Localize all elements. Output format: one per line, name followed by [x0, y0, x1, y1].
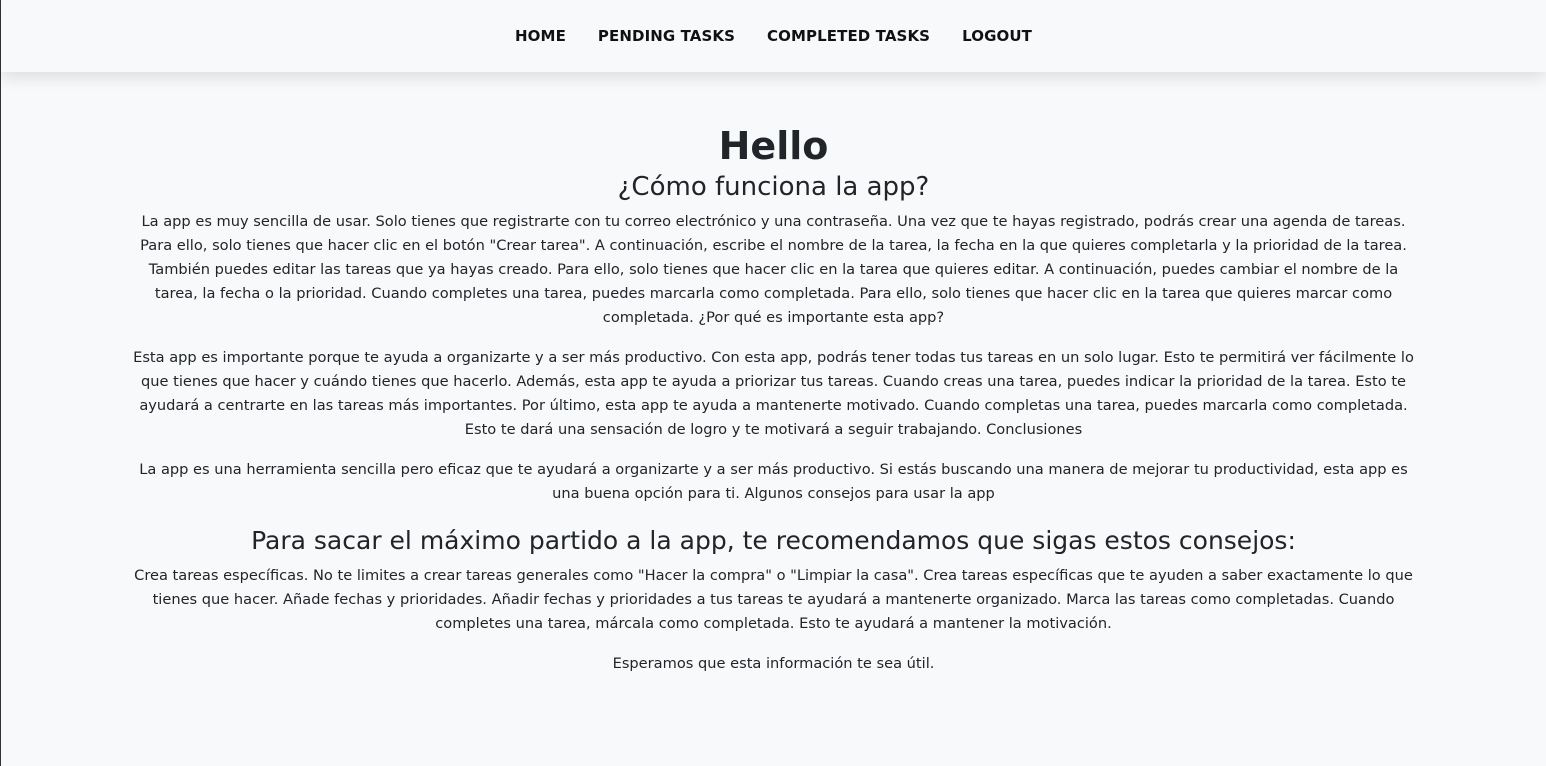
nav-home-link[interactable]: HOME [515, 27, 566, 45]
nav-completed-tasks-link[interactable]: COMPLETED TASKS [767, 27, 930, 45]
importance-paragraph: Esta app es importante porque te ayuda a… [133, 349, 1414, 438]
nav-logout-link[interactable]: LOGOUT [962, 27, 1032, 45]
nav-pending-tasks-link[interactable]: PENDING TASKS [598, 27, 735, 45]
tips-heading: Para sacar el máximo partido a la app, t… [251, 526, 1296, 555]
main-content: Hello ¿Cómo funciona la app? La app es m… [129, 72, 1419, 676]
page: HOME PENDING TASKS COMPLETED TASKS LOGOU… [0, 0, 1546, 766]
conclusion-paragraph: La app es una herramienta sencilla pero … [139, 461, 1408, 502]
top-navbar: HOME PENDING TASKS COMPLETED TASKS LOGOU… [1, 0, 1546, 72]
tips-paragraph: Crea tareas específicas. No te limites a… [134, 567, 1413, 632]
intro-paragraph: La app es muy sencilla de usar. Solo tie… [140, 213, 1407, 326]
closing-paragraph: Esperamos que esta información te sea út… [612, 655, 935, 672]
how-it-works-heading: ¿Cómo funciona la app? [617, 172, 930, 202]
greeting-heading: Hello [718, 124, 829, 168]
